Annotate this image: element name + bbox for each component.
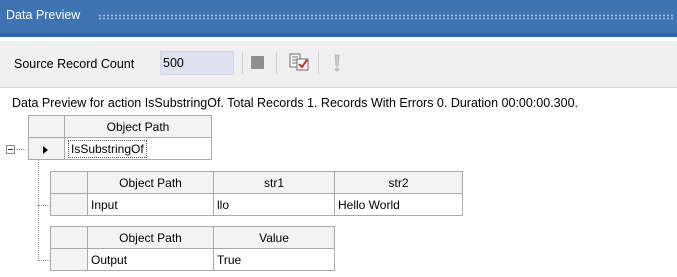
str2-cell[interactable]: Hello World <box>334 193 463 216</box>
row-selector[interactable] <box>50 248 88 271</box>
panel-title: Data Preview <box>6 8 81 22</box>
selected-cell-value: IsSubstringOf <box>68 139 147 158</box>
exclamation-icon[interactable] <box>331 52 343 74</box>
toolbar-separator <box>318 52 319 74</box>
value-cell[interactable]: True <box>213 248 335 271</box>
toolbar-separator <box>242 52 243 74</box>
preview-check-icon[interactable] <box>289 52 311 72</box>
status-text: Data Preview for action IsSubstringOf. T… <box>12 96 579 110</box>
row-selector[interactable] <box>50 193 88 216</box>
row-header-corner <box>50 226 88 249</box>
object-path-cell[interactable]: IsSubstringOf <box>64 137 212 160</box>
outer-grid: Object Path IsSubstringOf <box>28 115 212 160</box>
tree-connector <box>16 149 26 150</box>
column-header-value[interactable]: Value <box>213 226 335 249</box>
tree-connector <box>38 205 50 206</box>
title-grip[interactable] <box>98 14 673 20</box>
row-header-corner <box>28 115 65 138</box>
collapse-toggle-icon[interactable] <box>6 145 15 154</box>
stop-icon[interactable] <box>251 56 264 69</box>
current-row-arrow-icon <box>43 146 48 154</box>
column-header-object-path[interactable]: Object Path <box>87 171 214 194</box>
tree-connector <box>38 260 50 261</box>
output-grid: Object Path Value Output True <box>50 226 335 271</box>
column-header-str1[interactable]: str1 <box>213 171 335 194</box>
str1-cell[interactable]: llo <box>213 193 335 216</box>
object-path-cell[interactable]: Input <box>87 193 214 216</box>
column-header-object-path[interactable]: Object Path <box>64 115 212 138</box>
input-grid: Object Path str1 str2 Input llo Hello Wo… <box>50 171 463 216</box>
column-header-object-path[interactable]: Object Path <box>87 226 214 249</box>
source-record-count-label: Source Record Count <box>14 57 135 71</box>
column-header-str2[interactable]: str2 <box>334 171 463 194</box>
row-header-corner <box>50 171 88 194</box>
toolbar: Source Record Count 500 <box>0 41 677 88</box>
source-record-count-input[interactable]: 500 <box>160 51 234 75</box>
tree-connector <box>38 160 39 261</box>
object-path-cell[interactable]: Output <box>87 248 214 271</box>
toolbar-separator <box>276 52 277 74</box>
panel-title-bar[interactable]: Data Preview <box>0 0 677 37</box>
